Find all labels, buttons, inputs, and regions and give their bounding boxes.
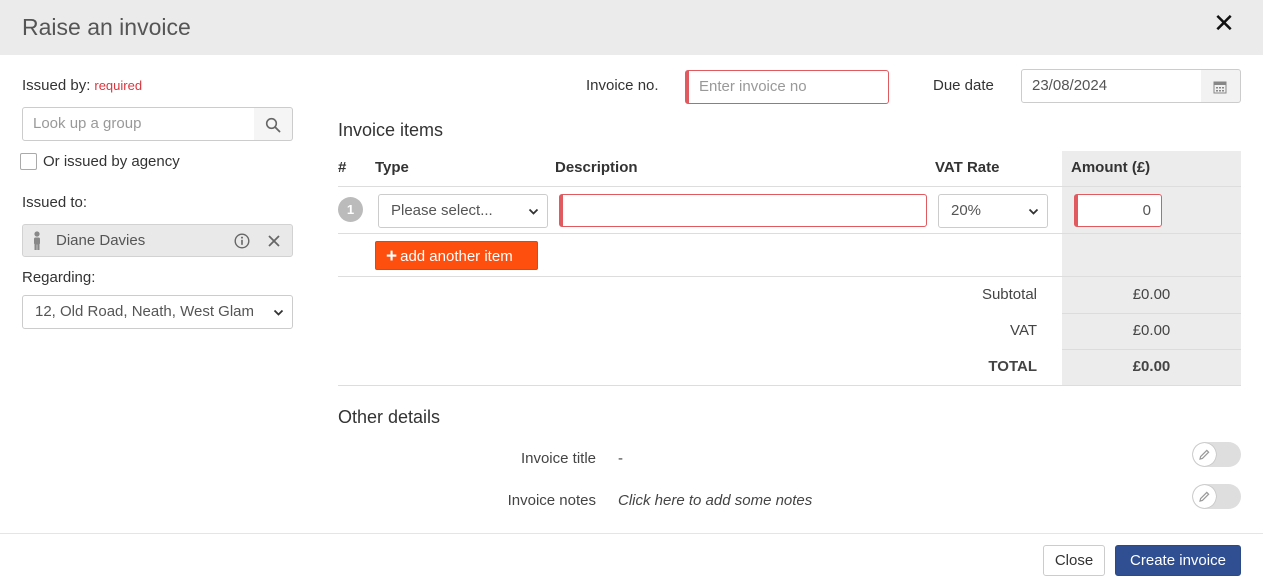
plus-icon: + [386,246,398,267]
col-header-vat-rate: VAT Rate [935,159,1000,176]
item-amount-input[interactable]: 0 [1074,194,1162,227]
divider [338,385,1241,386]
regarding-label: Regarding: [22,269,96,286]
divider [338,233,1241,234]
chevron-down-icon [273,309,284,316]
item-description-input[interactable] [559,194,927,227]
remove-icon[interactable] [267,234,281,248]
agency-checkbox-label: Or issued by agency [43,153,180,170]
divider [1062,349,1241,350]
due-date-input[interactable]: 23/08/2024 [1021,69,1202,103]
invoice-no-label: Invoice no. [586,77,659,94]
vat-value: £0.00 [1132,322,1171,339]
col-header-type: Type [375,159,409,176]
other-details-title: Other details [338,407,441,427]
issued-by-label: Issued by: required [22,77,143,94]
close-icon[interactable]: ✕ [1210,9,1238,37]
calendar-icon [1213,81,1227,94]
invoice-title-label: Invoice title [520,450,596,467]
item-row-number: 1 [338,197,363,222]
regarding-select[interactable]: 12, Old Road, Neath, West Glam [22,295,293,329]
person-icon [34,231,40,250]
subtotal-label: Subtotal [981,286,1037,303]
invoice-no-input[interactable]: Enter invoice no [685,70,889,104]
required-indicator: required [94,78,143,93]
invoice-items-title: Invoice items [338,120,444,140]
col-header-amount: Amount (£) [1071,159,1151,176]
issued-to-chip: Diane Davies [22,224,293,257]
date-picker-button[interactable] [1201,69,1241,103]
agency-checkbox[interactable] [20,153,37,170]
item-vat-select[interactable]: 20% [938,194,1048,228]
toggle-knob [1193,443,1216,466]
col-header-description: Description [555,159,638,176]
pencil-icon [1199,449,1210,460]
chevron-down-icon [1028,208,1039,215]
vat-label: VAT [1010,322,1037,339]
pencil-icon [1199,491,1210,502]
divider [1062,313,1241,314]
group-search-input[interactable]: Look up a group [22,107,255,141]
divider [338,276,1241,277]
due-date-label: Due date [933,77,994,94]
invoice-title-value[interactable]: - [618,450,623,467]
invoice-notes-edit-toggle[interactable] [1192,484,1241,509]
invoice-dialog: Raise an invoice ✕ Issued by: required Lo… [0,0,1263,586]
toggle-knob [1193,485,1216,508]
add-item-button[interactable]: + add another item [375,241,538,270]
item-type-select[interactable]: Please select... [378,194,548,228]
footer-divider [0,533,1263,534]
invoice-title-edit-toggle[interactable] [1192,442,1241,467]
total-label: TOTAL [988,358,1037,375]
col-header-number: # [338,159,347,176]
chevron-down-icon [528,208,539,215]
subtotal-value: £0.00 [1132,286,1171,303]
dialog-title: Raise an invoice [22,14,191,40]
invoice-notes-value[interactable]: Click here to add some notes [618,492,812,509]
issued-to-name: Diane Davies [56,232,146,249]
issued-to-label: Issued to: [22,194,88,211]
total-value: £0.00 [1132,358,1171,375]
group-search-button[interactable] [254,107,293,141]
invoice-notes-label: Invoice notes [507,492,596,509]
info-icon[interactable] [234,233,250,249]
create-invoice-button[interactable]: Create invoice [1115,545,1241,576]
dialog-header: Raise an invoice ✕ [0,0,1263,55]
divider [338,186,1241,187]
search-icon [265,117,281,133]
close-button[interactable]: Close [1043,545,1105,576]
